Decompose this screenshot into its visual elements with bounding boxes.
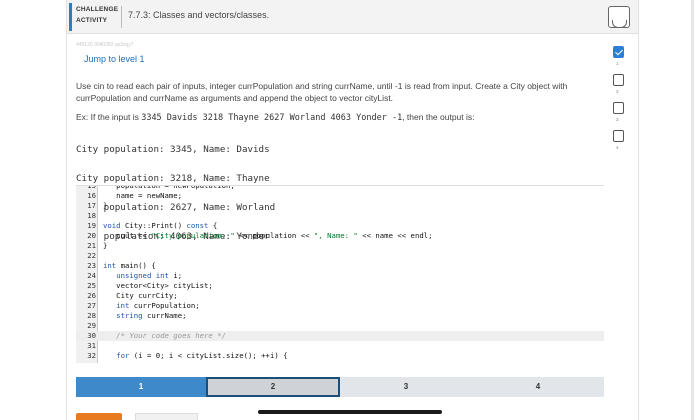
code-text: vector<City> cityList;: [103, 281, 213, 290]
example-text: Ex: If the input is 3345 Davids 3218 Tha…: [76, 112, 596, 123]
code-text: }: [103, 241, 108, 250]
code-text: name = newName;: [103, 191, 183, 200]
code-line: 28 string currName;: [76, 311, 604, 321]
line-number: 32: [87, 351, 96, 360]
progress-checkbox-icon: [613, 102, 624, 114]
badge-line1: CHALLENGE: [76, 6, 119, 13]
line-number: 29: [87, 321, 96, 330]
line-number: 26: [87, 291, 96, 300]
code-line: 27 int currPopulation;: [76, 301, 604, 311]
instructions-text: Use cin to read each pair of inputs, int…: [76, 81, 568, 103]
line-number: 25: [87, 281, 96, 290]
example-suffix: , then the output is:: [402, 112, 475, 122]
progress-level-number: 3: [616, 117, 619, 122]
challenge-activity-badge: CHALLENGE ACTIVITY: [69, 3, 119, 31]
code-line: 19 void City::Print() const {: [76, 221, 604, 231]
line-number: 23: [87, 261, 96, 270]
example-input: 3345 Davids 3218 Thayne 2627 Worland 406…: [141, 113, 403, 123]
code-line: 23 int main() {: [76, 261, 604, 271]
line-number: 21: [87, 241, 96, 250]
checkmark-icon: [613, 46, 624, 58]
header-separator: [121, 6, 122, 28]
code-line: 21}: [76, 241, 604, 251]
line-number: 30: [87, 331, 96, 340]
panel-divider-right: [638, 0, 639, 420]
line-number: 22: [87, 251, 96, 260]
level-3-button[interactable]: 3: [340, 377, 472, 397]
try-again-button[interactable]: [135, 413, 198, 420]
code-line: 16 name = newName;: [76, 191, 604, 201]
code-line: 26 City currCity;: [76, 291, 604, 301]
editable-code-line[interactable]: 30 /* Your code goes here */: [76, 331, 604, 341]
output-line: City population: 3218, Name: Thayne: [76, 172, 270, 184]
code-editor[interactable]: 15 population = newPopulation; 16 name = …: [76, 185, 604, 363]
code-text: for (i = 0; i < cityList.size(); ++i) {: [116, 351, 288, 360]
output-line: City population: 3345, Name: Davids: [76, 143, 270, 155]
code-text: int main() {: [103, 261, 156, 270]
activity-id: 449120.3040282.qx3zqy7: [76, 42, 134, 48]
code-text: string currName;: [116, 311, 187, 320]
code-line: 32 for (i = 0; i < cityList.size(); ++i)…: [76, 351, 604, 361]
line-number: 20: [87, 231, 96, 240]
example-prefix: Ex: If the input is: [76, 112, 142, 122]
progress-level-number: 2: [616, 89, 619, 94]
code-line: 20 cout << "City population: " << popula…: [76, 231, 604, 241]
progress-checkbox-icon: [613, 74, 624, 86]
line-number: 19: [87, 221, 96, 230]
line-number: 27: [87, 301, 96, 310]
code-line: 22: [76, 251, 604, 261]
level-2-button[interactable]: 2: [206, 377, 340, 397]
panel-divider-left: [66, 0, 67, 420]
code-text: int currPopulation;: [116, 301, 200, 310]
code-text: cout << "City population: " << populatio…: [103, 231, 433, 240]
code-text: /* Your code goes here */: [103, 331, 227, 340]
progress-level-number: 4: [616, 145, 619, 150]
code-line: 18: [76, 211, 604, 221]
code-line: 17}: [76, 201, 604, 211]
line-number: 28: [87, 311, 96, 320]
progress-level-number: 1: [616, 61, 619, 66]
line-number: 31: [87, 341, 96, 350]
activity-title: 7.7.3: Classes and vectors/classes.: [128, 10, 270, 20]
level-selector: 1 2 3 4: [76, 377, 604, 397]
code-text: City currCity;: [103, 291, 178, 300]
check-button[interactable]: [76, 413, 122, 420]
code-text: unsigned int i;: [116, 271, 183, 280]
code-line: 25 vector<City> cityList;: [76, 281, 604, 291]
code-text: }: [103, 201, 108, 210]
line-number: 18: [87, 211, 96, 220]
level-4-button[interactable]: 4: [472, 377, 604, 397]
progress-checkbox-icon: [613, 130, 624, 142]
code-line: 31: [76, 341, 604, 351]
code-line: 24 unsigned int i;: [76, 271, 604, 281]
level-1-button[interactable]: 1: [76, 377, 206, 397]
jump-to-level-link[interactable]: Jump to level 1: [84, 54, 145, 64]
line-number: 24: [87, 271, 96, 280]
page-scrollbar[interactable]: [691, 0, 694, 420]
line-number: 16: [87, 191, 96, 200]
badge-line2: ACTIVITY: [76, 17, 108, 24]
line-number: 17: [87, 201, 96, 210]
code-line: 29: [76, 321, 604, 331]
code-text: void City::Print() const {: [103, 221, 218, 230]
home-indicator: [258, 410, 442, 414]
bookmark-checkbox-icon[interactable]: [608, 6, 630, 28]
